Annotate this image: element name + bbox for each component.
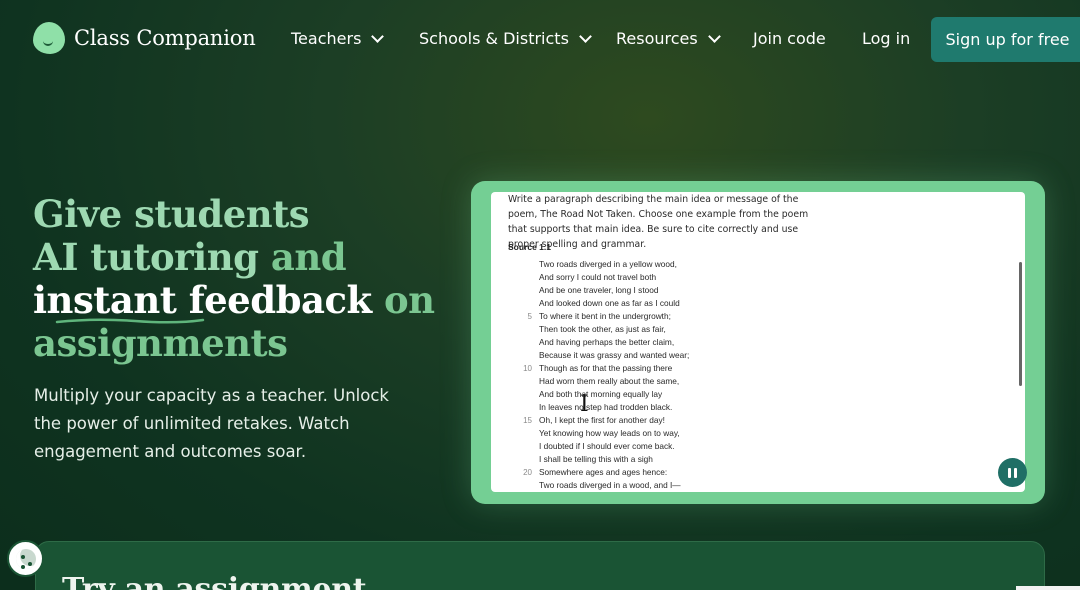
- demo-video[interactable]: Write a paragraph describing the main id…: [491, 192, 1025, 492]
- corner-widget: [1016, 586, 1080, 590]
- line-text: Two roads diverged in a yellow wood,: [539, 259, 677, 269]
- headline-ai-tutoring: AI tutoring: [33, 235, 259, 279]
- line-text: In leaves no step had trodden black.: [539, 402, 673, 412]
- sign-up-button[interactable]: Sign up for free: [931, 17, 1080, 62]
- line-text: Two roads diverged in a wood, and I—: [539, 480, 681, 490]
- line-text: Because it was grassy and wanted wear;: [539, 350, 690, 360]
- try-assignment-section: Try an assignment: [35, 541, 1045, 590]
- poem-line: Yet knowing how way leads on to way,: [508, 427, 689, 440]
- poem-line: Two roads diverged in a wood, and I—: [508, 479, 689, 492]
- nav-join-code[interactable]: Join code: [753, 29, 826, 48]
- poem-line: Had worn them really about the same,: [508, 375, 689, 388]
- poem-text: Two roads diverged in a yellow wood, And…: [508, 258, 689, 492]
- poem-line: 10 Though as for that the passing there: [508, 362, 689, 375]
- nav-log-in[interactable]: Log in: [862, 29, 910, 48]
- poem-line: I doubted if I should ever come back.: [508, 440, 689, 453]
- nav-log-in-label: Log in: [862, 29, 911, 48]
- nav-teachers-label: Teachers: [291, 29, 362, 48]
- headline-and: and: [270, 235, 347, 279]
- assignment-prompt: Write a paragraph describing the main id…: [508, 194, 809, 250]
- cookie-icon: [28, 562, 32, 566]
- chevron-down-icon: [579, 29, 592, 43]
- line-text: To where it bent in the undergrowth;: [539, 311, 671, 321]
- cookie-icon: [21, 555, 25, 559]
- brand-logo[interactable]: Class Companion: [33, 22, 256, 54]
- text-cursor-icon: I: [580, 392, 589, 417]
- line-text: Had worn them really about the same,: [539, 376, 680, 386]
- poem-line: And sorry I could not travel both: [508, 271, 689, 284]
- poem-line: Because it was grassy and wanted wear;: [508, 349, 689, 362]
- cookie-icon: [21, 565, 25, 569]
- nav-resources-label: Resources: [616, 29, 698, 48]
- line-text: Though as for that the passing there: [539, 363, 673, 373]
- line-text: And sorry I could not travel both: [539, 272, 657, 282]
- line-number: 5: [527, 312, 532, 321]
- hero-subtitle: Multiply your capacity as a teacher. Unl…: [34, 386, 389, 461]
- poem-line: Then took the other, as just as fair,: [508, 323, 689, 336]
- line-text: And looked down one as far as I could: [539, 298, 680, 308]
- poem-line: 20 Somewhere ages and ages hence:: [508, 466, 689, 479]
- try-assignment-title: Try an assignment: [62, 572, 367, 590]
- line-text: I doubted if I should ever come back.: [539, 441, 675, 451]
- poem-line: Two roads diverged in a yellow wood,: [508, 258, 689, 271]
- pause-icon: [1014, 467, 1017, 478]
- line-text: Yet knowing how way leads on to way,: [539, 428, 680, 438]
- line-text: And be one traveler, long I stood: [539, 285, 659, 295]
- nav-schools-districts[interactable]: Schools & Districts: [419, 29, 592, 48]
- poem-line: In leaves no step had trodden black.: [508, 401, 689, 414]
- poem-line: And looked down one as far as I could: [508, 297, 689, 310]
- poem-line: 15 Oh, I kept the first for another day!: [508, 414, 689, 427]
- nav-schools-label: Schools & Districts: [419, 29, 569, 48]
- source-label: Source 1.1: [508, 242, 551, 252]
- hero-headline: Give students AI tutoring and instant fe…: [33, 193, 453, 365]
- chevron-down-icon: [707, 29, 721, 43]
- top-navigation: Class Companion Teachers Schools & Distr…: [0, 0, 1080, 78]
- line-text: Somewhere ages and ages hence:: [539, 467, 668, 477]
- line-text: And both that morning equally lay: [539, 389, 663, 399]
- line-text: Oh, I kept the first for another day!: [539, 415, 665, 425]
- brand-name: Class Companion: [74, 26, 256, 50]
- poem-line: And both that morning equally lay: [508, 388, 689, 401]
- cookie-settings-button[interactable]: [7, 540, 44, 577]
- line-number: 20: [523, 468, 532, 477]
- logo-icon: [33, 22, 65, 54]
- headline-on: on: [384, 278, 435, 322]
- line-text: And having perhaps the better claim,: [539, 337, 675, 347]
- nav-join-code-label: Join code: [753, 29, 826, 48]
- headline-instant-feedback: instant feedback: [33, 278, 372, 324]
- headline-line-1: Give students: [33, 192, 310, 236]
- pause-button[interactable]: [998, 458, 1027, 487]
- line-number: 10: [523, 364, 532, 373]
- poem-line: And having perhaps the better claim,: [508, 336, 689, 349]
- poem-line: And be one traveler, long I stood: [508, 284, 689, 297]
- nav-resources[interactable]: Resources: [616, 29, 721, 48]
- poem-line: 5 To where it bent in the undergrowth;: [508, 310, 689, 323]
- chevron-down-icon: [371, 29, 385, 43]
- line-text: I shall be telling this with a sigh: [539, 454, 653, 464]
- headline-assignments: assignments: [33, 321, 288, 365]
- scrollbar[interactable]: [1019, 262, 1022, 386]
- line-number: 15: [523, 416, 532, 425]
- pause-icon: [1008, 467, 1011, 478]
- underline-swash-icon: [55, 318, 205, 324]
- poem-line: I shall be telling this with a sigh: [508, 453, 689, 466]
- line-text: Then took the other, as just as fair,: [539, 324, 666, 334]
- nav-teachers[interactable]: Teachers: [291, 29, 385, 48]
